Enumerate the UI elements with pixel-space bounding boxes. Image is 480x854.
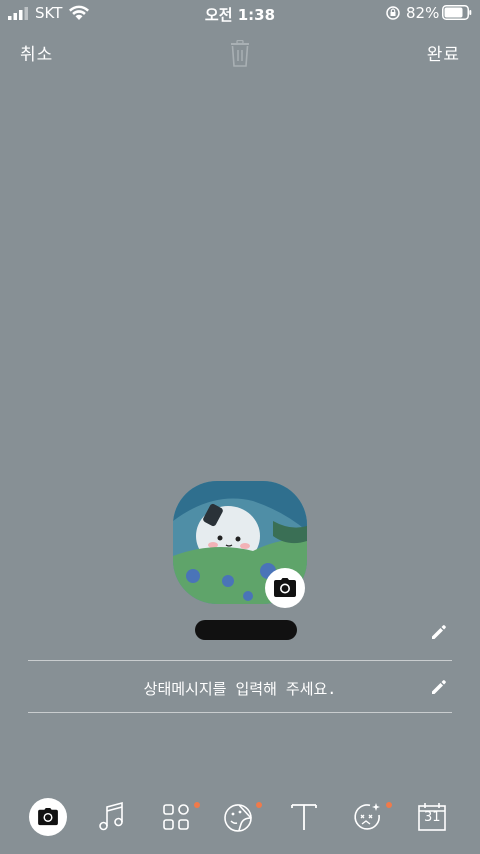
trash-icon[interactable] [228, 40, 252, 68]
bottom-toolbar: 31 [0, 790, 480, 844]
new-dot [194, 802, 200, 808]
effects-icon [354, 803, 380, 830]
redacted-name [195, 620, 297, 640]
toolbar-camera-button[interactable] [26, 790, 70, 844]
calendar-day: 31 [424, 810, 441, 825]
camera-icon [274, 578, 296, 597]
cancel-button[interactable]: 취소 [20, 40, 53, 65]
battery-icon [442, 5, 472, 20]
toolbar-apps-button[interactable] [154, 790, 200, 844]
battery-percent: 82% [406, 4, 440, 22]
toolbar-text-button[interactable] [282, 790, 326, 844]
edit-status-pencil-icon[interactable] [430, 678, 448, 696]
new-dot [386, 802, 392, 808]
new-dot [256, 802, 262, 808]
status-bar: SKT 오전 1:38 82% [0, 0, 480, 26]
music-note-icon [99, 801, 123, 831]
toolbar-sticker-button[interactable] [216, 790, 262, 844]
toolbar-calendar-button[interactable]: 31 [410, 790, 454, 844]
orientation-lock-icon [386, 6, 400, 20]
change-photo-button[interactable] [265, 568, 305, 608]
divider [28, 712, 452, 713]
status-message-input[interactable]: 상태메시지를 입력해 주세요. [0, 678, 480, 699]
done-button[interactable]: 완료 [427, 40, 460, 65]
apps-grid-icon [163, 804, 189, 830]
toolbar-music-button[interactable] [90, 790, 134, 844]
text-icon [291, 804, 317, 830]
divider [28, 660, 452, 661]
edit-name-pencil-icon[interactable] [430, 623, 448, 641]
camera-icon [38, 808, 58, 826]
toolbar-effects-button[interactable] [346, 790, 392, 844]
sticker-icon [224, 804, 252, 832]
